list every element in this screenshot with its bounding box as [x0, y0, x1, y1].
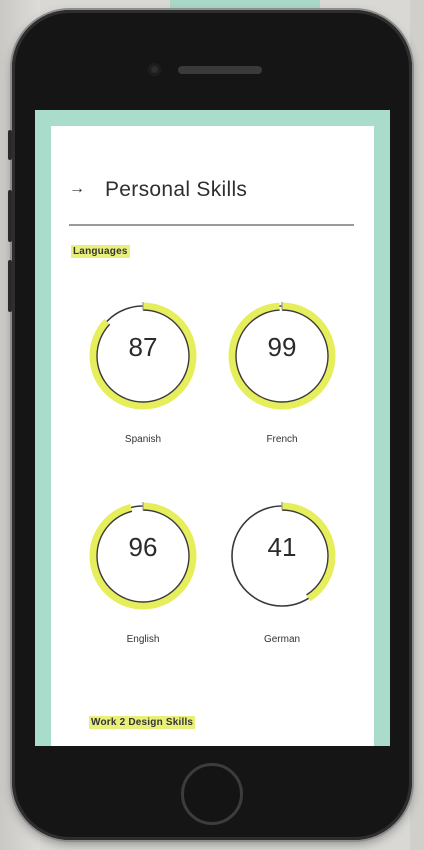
- skill-value: 41: [267, 532, 297, 562]
- skill-label: English: [126, 634, 160, 645]
- skill-english: 96 English: [83, 496, 203, 646]
- header-divider: [69, 224, 354, 226]
- earpiece-speaker: [178, 66, 262, 74]
- section-heading-work-design: Work 2 Design Skills: [89, 716, 196, 729]
- mute-switch: [8, 130, 12, 160]
- front-camera: [148, 63, 161, 76]
- volume-down-button: [8, 260, 12, 312]
- skill-french: 99 French: [222, 296, 342, 446]
- phone-screen: → Personal Skills Languages 87 Spanish 9…: [35, 110, 390, 746]
- skill-label: German: [263, 634, 301, 645]
- skill-value: 99: [267, 332, 297, 362]
- skill-spanish: 87 Spanish: [83, 296, 203, 446]
- skill-value: 96: [128, 532, 158, 562]
- home-button[interactable]: [181, 763, 243, 825]
- volume-up-button: [8, 190, 12, 242]
- section-heading-languages: Languages: [71, 245, 130, 258]
- skill-german: 41 German: [222, 496, 342, 646]
- skill-label: Spanish: [124, 434, 162, 445]
- arrow-right-icon[interactable]: →: [69, 180, 85, 198]
- skills-card: → Personal Skills Languages 87 Spanish 9…: [51, 126, 374, 746]
- backdrop-right: [410, 0, 424, 850]
- page-header: → Personal Skills: [69, 178, 359, 208]
- page-title: Personal Skills: [105, 178, 248, 201]
- phone-frame: → Personal Skills Languages 87 Spanish 9…: [8, 10, 412, 840]
- skill-label: French: [266, 434, 298, 445]
- skill-value: 87: [128, 332, 158, 362]
